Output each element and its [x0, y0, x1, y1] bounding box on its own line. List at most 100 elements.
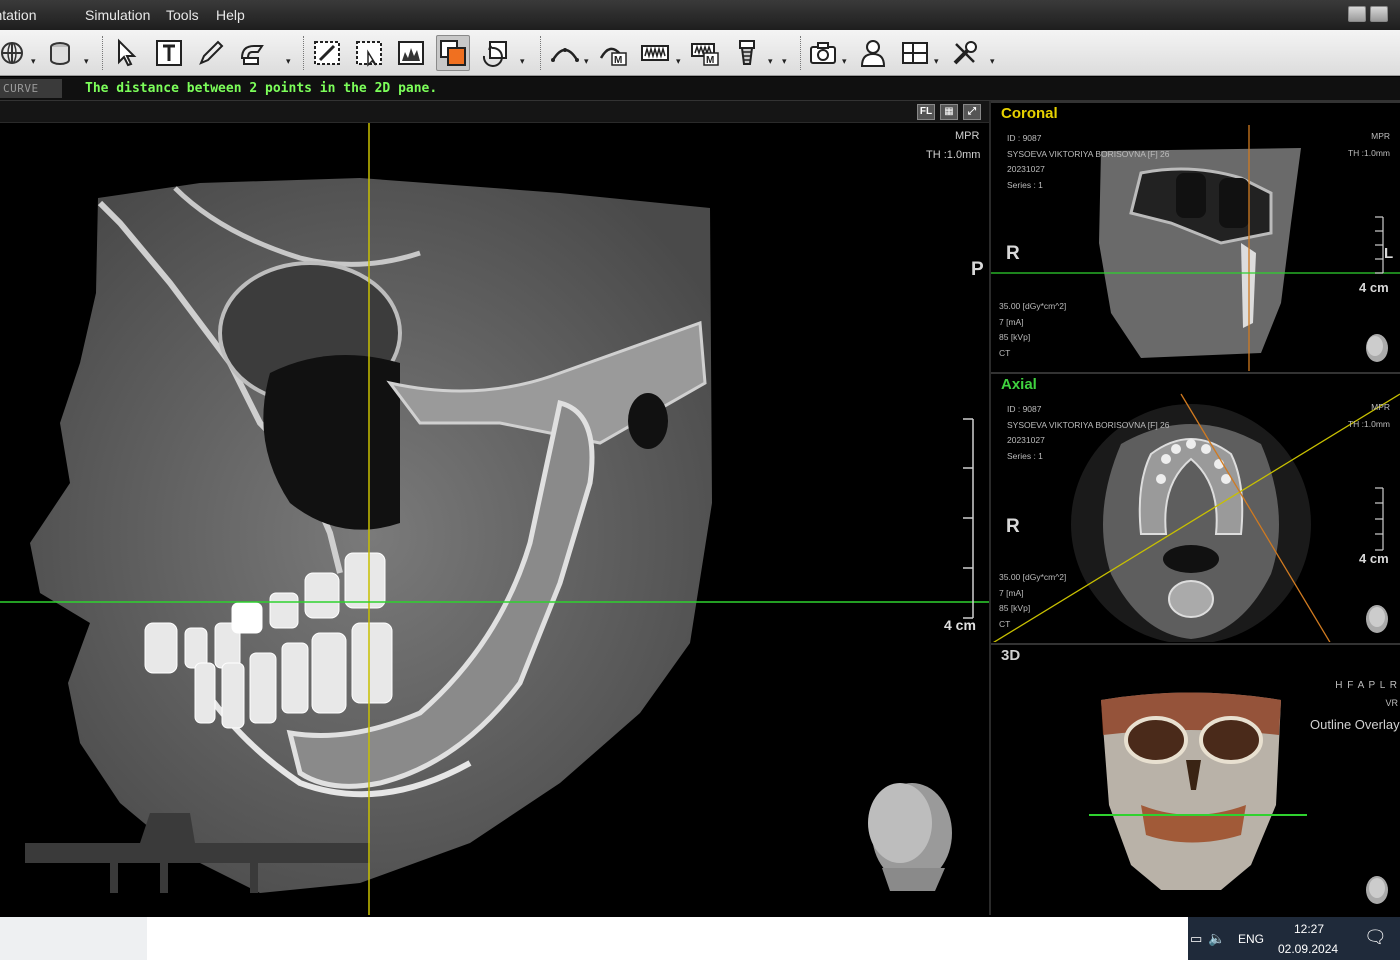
rotate-copy-icon[interactable]: [478, 35, 512, 71]
dropdown-caret-icon[interactable]: ▾: [84, 56, 89, 67]
text-tool-icon[interactable]: [152, 35, 186, 71]
toolbar-separator: [540, 36, 541, 70]
scale-ruler: [963, 418, 974, 619]
fl-button[interactable]: FL: [917, 104, 935, 120]
axial-pane[interactable]: Axial ID : 9087 SYSOEVA VIKTORIYA BORISO…: [991, 372, 1400, 642]
panorama-icon[interactable]: [638, 35, 672, 71]
study-date: 20231027: [1007, 435, 1045, 445]
series-label: Series : 1: [1007, 179, 1043, 190]
sagittal-ct-image: [0, 123, 989, 915]
patient-icon[interactable]: [856, 35, 890, 71]
system-tray: ▭ 🔈 ENG 12:27 02.09.2024 🗨: [1188, 917, 1400, 960]
maximize-icon[interactable]: ⤢: [963, 104, 981, 120]
series-label: Series : 1: [1007, 450, 1043, 461]
toolbar-separator: [102, 36, 103, 70]
patient-name: SYSOEVA VIKTORIYA BORISOVNA [F] 26: [1007, 419, 1170, 430]
dropdown-caret-icon[interactable]: ▾: [842, 56, 847, 67]
voltage-value: 85 [kVp]: [999, 603, 1031, 613]
curve-icon[interactable]: [548, 35, 582, 71]
mpr-label: MPR: [1371, 402, 1390, 412]
menu-help[interactable]: Help: [216, 7, 245, 23]
render-mode-label: VR: [1385, 698, 1398, 708]
scale-label: 4 cm: [1359, 551, 1389, 566]
edit-panel-icon[interactable]: [310, 35, 344, 71]
patient-id: ID : 9087: [1007, 133, 1042, 143]
sagittal-2d-pane[interactable]: FL ▦ ⤢ MPR TH:1.0mm P 4 cm: [0, 101, 989, 915]
status-message: The distance between 2 points in the 2D …: [85, 81, 438, 96]
camera-icon[interactable]: [806, 35, 840, 71]
current-value: 7 [mA]: [999, 587, 1024, 598]
panorama-m-icon[interactable]: M: [688, 35, 722, 71]
menu-orientation[interactable]: Orientation: [0, 7, 36, 23]
clock-time[interactable]: 12:27: [1294, 922, 1324, 936]
3d-pane[interactable]: 3D H F A P L R VR Outline Overlay: [991, 643, 1400, 915]
battery-icon[interactable]: ▭: [1190, 931, 1202, 947]
toolbar-separator: [800, 36, 801, 70]
outline-overlay-label: Outline Overlay: [1310, 717, 1400, 732]
patient-info: ID : 9087 SYSOEVA VIKTORIYA BORISOVNA [F…: [1007, 131, 1170, 193]
language-indicator[interactable]: ENG: [1238, 932, 1264, 946]
pane-header: FL ▦ ⤢: [0, 101, 989, 123]
head-orientation-icon: [868, 783, 952, 891]
toolbar-separator: [303, 36, 304, 70]
status-bar: CURVE The distance between 2 points in t…: [0, 77, 1400, 101]
implant-icon[interactable]: [730, 35, 764, 71]
exposure-info: 35.00 [dGy*cm^2] 7 [mA] 85 [kVp] CT: [999, 299, 1066, 361]
measure-icon[interactable]: [236, 35, 270, 71]
dropdown-caret-icon[interactable]: ▾: [990, 56, 995, 67]
mode-label: CURVE: [0, 79, 62, 98]
head-orientation-icon: [1366, 334, 1388, 362]
exposure-info: 35.00 [dGy*cm^2] 7 [mA] 85 [kVp] CT: [999, 570, 1066, 632]
menu-simulation[interactable]: Simulation: [85, 7, 150, 23]
notification-icon[interactable]: 🗨: [1364, 927, 1387, 948]
orientation-p-label: P: [971, 259, 984, 280]
orientation-r-label: R: [1006, 516, 1020, 537]
zoom-panel-icon[interactable]: [352, 35, 386, 71]
axis-icon[interactable]: [0, 35, 30, 71]
mpr-label: MPR: [1371, 131, 1390, 141]
orientation-r-label: R: [1006, 243, 1020, 264]
clock-date[interactable]: 02.09.2024: [1278, 942, 1338, 956]
overlay-active-icon[interactable]: [436, 35, 470, 71]
settings-tools-icon[interactable]: [948, 35, 982, 71]
volume-icon[interactable]: [44, 35, 78, 71]
svg-text:M: M: [706, 55, 714, 66]
grid-icon[interactable]: ▦: [940, 104, 958, 120]
minimize-button[interactable]: [1348, 6, 1366, 22]
modality-value: CT: [999, 618, 1011, 629]
curve-m-icon[interactable]: M: [596, 35, 630, 71]
thickness-label: TH :1.0mm: [1347, 419, 1390, 429]
head-orientation-icon: [1366, 605, 1388, 633]
dropdown-caret-icon[interactable]: ▾: [934, 56, 939, 67]
menu-tools[interactable]: Tools: [166, 7, 199, 23]
layout-icon[interactable]: [898, 35, 932, 71]
restore-button[interactable]: [1370, 6, 1388, 22]
dropdown-caret-icon[interactable]: ▾: [584, 56, 589, 67]
dropdown-caret-icon[interactable]: ▾: [768, 56, 773, 67]
svg-text:M: M: [614, 55, 622, 66]
dose-value: 35.00 [dGy*cm^2]: [999, 301, 1067, 311]
voltage-value: 85 [kVp]: [999, 332, 1031, 342]
coronal-pane[interactable]: Coronal ID : 9087 SYSOEVA VIKTORIYA BORI…: [991, 101, 1400, 371]
taskbar-search-area[interactable]: [0, 917, 147, 960]
window-controls: [1348, 6, 1388, 22]
volume-icon[interactable]: 🔈: [1208, 930, 1225, 947]
dose-value: 35.00 [dGy*cm^2]: [999, 572, 1067, 582]
mpr-label: MPR: [955, 130, 980, 142]
dropdown-caret-icon[interactable]: ▾: [520, 56, 525, 67]
dropdown-caret-icon[interactable]: ▾: [31, 56, 36, 67]
dropdown-caret-icon[interactable]: ▾: [782, 56, 787, 67]
thickness-label: TH :1.0mm: [926, 149, 981, 161]
scale-label: 4 cm: [944, 617, 976, 633]
thickness-label: TH :1.0mm: [1347, 148, 1390, 158]
windows-taskbar: ▭ 🔈 ENG 12:27 02.09.2024 🗨: [0, 917, 1400, 960]
pencil-icon[interactable]: [194, 35, 228, 71]
patient-id: ID : 9087: [1007, 404, 1042, 414]
dropdown-caret-icon[interactable]: ▾: [286, 56, 291, 67]
dental-ct-viewer-window: Orientation Simulation Tools Help ▾ ▾: [0, 0, 1400, 917]
histogram-icon[interactable]: [394, 35, 428, 71]
patient-info: ID : 9087 SYSOEVA VIKTORIYA BORISOVNA [F…: [1007, 402, 1170, 464]
select-pointer-icon[interactable]: [110, 35, 144, 71]
dropdown-caret-icon[interactable]: ▾: [676, 56, 681, 67]
modality-value: CT: [999, 347, 1011, 358]
